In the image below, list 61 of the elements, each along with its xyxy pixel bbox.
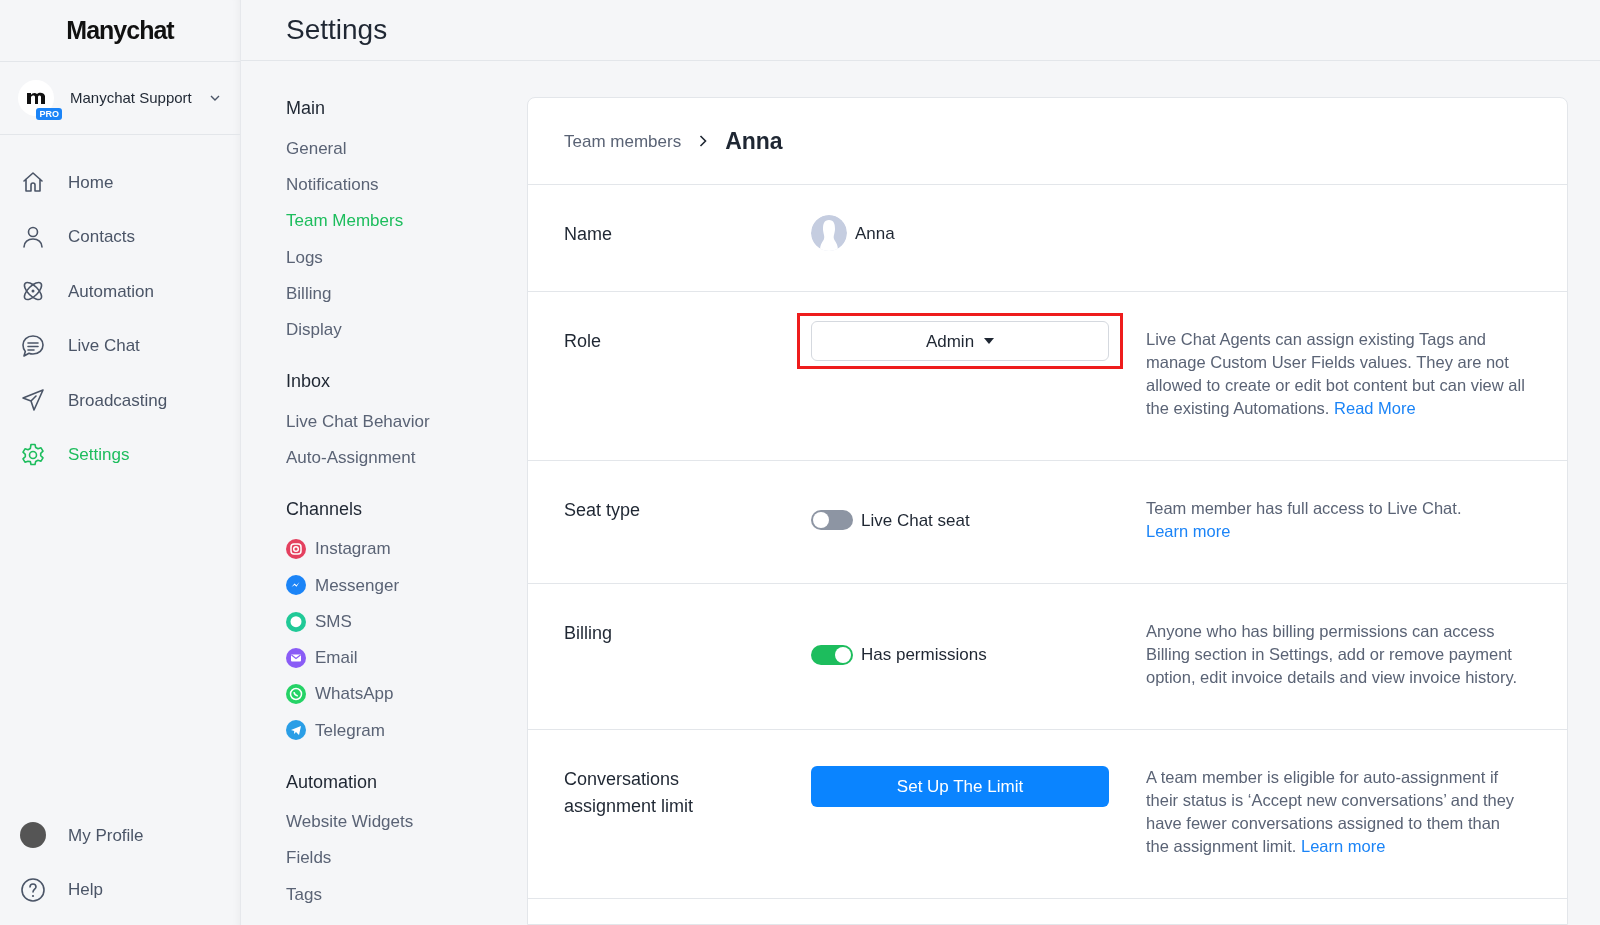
- learn-more-link[interactable]: Learn more: [1301, 837, 1386, 856]
- toggle-switch[interactable]: [811, 510, 853, 531]
- nav-item[interactable]: Broadcasting: [0, 373, 240, 428]
- send-icon: [20, 387, 46, 414]
- settings-menu-item[interactable]: Billing: [286, 275, 527, 312]
- settings-menu-item[interactable]: Email: [286, 639, 527, 677]
- gear-icon: [20, 441, 46, 468]
- learn-more-link[interactable]: Learn more: [1146, 522, 1231, 541]
- pro-badge: PRO: [36, 108, 62, 120]
- settings-menu-item[interactable]: Fields: [286, 839, 527, 877]
- role-dropdown[interactable]: Admin: [811, 321, 1109, 362]
- field-label: Name: [564, 223, 613, 247]
- breadcrumb-link[interactable]: Team members: [564, 128, 682, 155]
- toggle-switch[interactable]: [811, 644, 853, 665]
- avatar-placeholder: [20, 822, 46, 849]
- settings-menu-item[interactable]: WhatsApp: [286, 676, 527, 713]
- settings-menu-item[interactable]: Instagram: [286, 530, 527, 568]
- field-description: Anyone who has billing permissions can access Billing section in Settings, add or remove payment option, edit invoice details and view invoice history.: [1146, 621, 1519, 689]
- page-title: Settings: [286, 13, 388, 48]
- nav-item[interactable]: My Profile: [0, 808, 240, 863]
- field-description: Live Chat Agents can assign existing Tags and manage Custom User Fields values. They are not allowed to create or edit bot content but can view all the existing Automations. Read More: [1146, 329, 1526, 420]
- help-icon: [20, 876, 46, 903]
- avatar-silhouette-icon: [811, 215, 847, 252]
- nav-item[interactable]: Help: [0, 862, 240, 917]
- account-name[interactable]: Manychat Support: [70, 86, 192, 110]
- settings-menu-item[interactable]: Telegram: [286, 712, 527, 749]
- logo: Manychat: [0, 0, 240, 62]
- nav-item[interactable]: Automation: [0, 264, 240, 319]
- toggle-label: Has permissions: [861, 644, 987, 667]
- settings-menu-item[interactable]: Live Chat Behavior: [286, 403, 527, 440]
- settings-menu-item[interactable]: Tags: [286, 876, 527, 913]
- field-label: Billing: [564, 622, 614, 646]
- nav-item[interactable]: Home: [0, 155, 240, 210]
- learn-more-link[interactable]: Read More: [1334, 399, 1416, 418]
- member-name: Anna: [855, 222, 895, 245]
- menu-heading: Automation: [286, 770, 379, 794]
- field-description: A team member is eligible for auto-assignment if their status is ‘Accept new conversations’ and they have fewer conversations assigned to them than the assignment limit. Learn more: [1146, 767, 1516, 858]
- settings-menu-item[interactable]: SMS: [286, 603, 527, 640]
- settings-menu-item[interactable]: Logs: [286, 239, 527, 276]
- nav-item[interactable]: Live Chat: [0, 318, 240, 373]
- chevron-down-icon[interactable]: [210, 95, 220, 101]
- menu-heading: Channels: [286, 497, 364, 521]
- settings-menu-item[interactable]: Auto-Assignment: [286, 439, 527, 476]
- nav-item[interactable]: Contacts: [0, 209, 240, 264]
- menu-heading: Inbox: [286, 370, 332, 394]
- toggle-label: Live Chat seat: [861, 509, 970, 532]
- set-limit-button[interactable]: Set Up The Limit: [811, 766, 1109, 808]
- settings-menu-item[interactable]: Notifications: [286, 166, 527, 204]
- field-label: Conversations assignment limit: [564, 768, 695, 819]
- field-description: Team member has full access to Live Chat. Learn more: [1146, 498, 1463, 543]
- settings-menu-item[interactable]: Display: [286, 311, 527, 349]
- menu-heading: Main: [286, 97, 326, 121]
- chevron-right-icon: [699, 135, 708, 148]
- field-label: Seat type: [564, 499, 642, 523]
- settings-menu-item[interactable]: Messenger: [286, 567, 527, 604]
- breadcrumb-current: Anna: [725, 127, 783, 157]
- settings-menu-item[interactable]: General: [286, 130, 527, 167]
- field-label: Role: [564, 330, 603, 354]
- caret-icon: [984, 338, 995, 345]
- chat-icon: [20, 332, 46, 359]
- settings-menu-item[interactable]: Website Widgets: [286, 803, 527, 840]
